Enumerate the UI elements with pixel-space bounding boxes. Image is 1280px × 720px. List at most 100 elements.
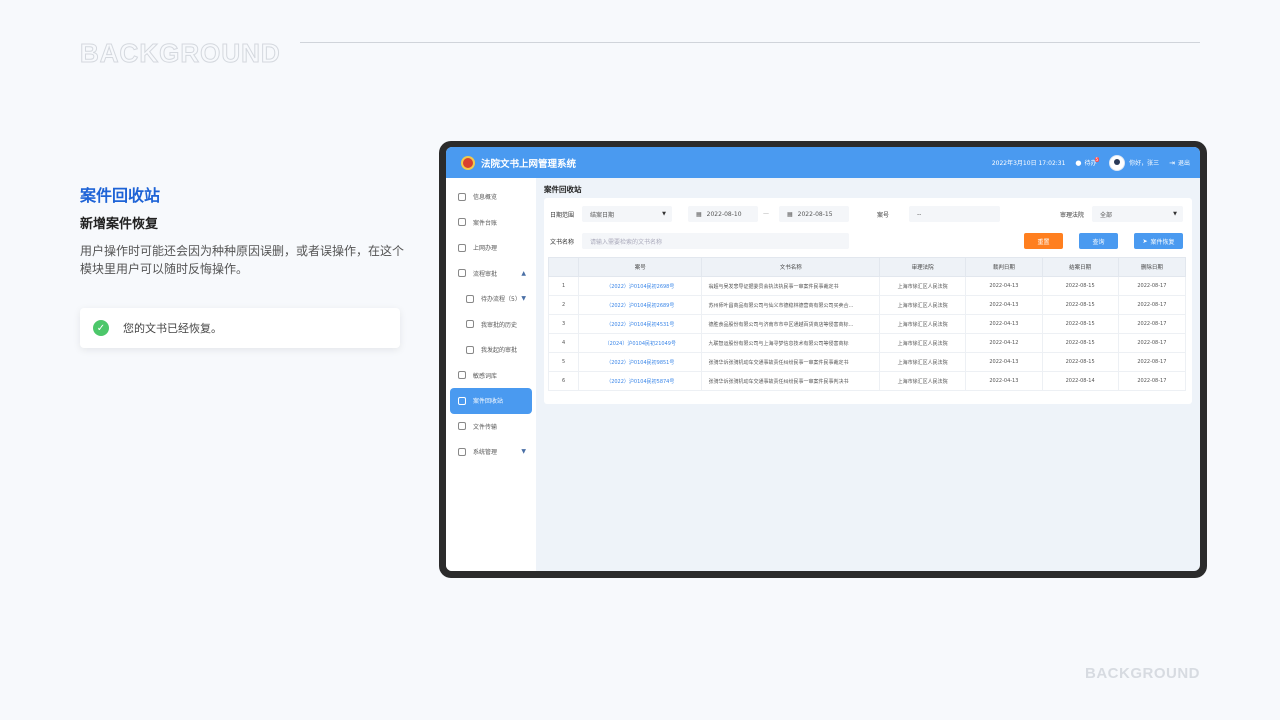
cell-close-date: 2022-08-14 xyxy=(1041,371,1119,391)
online-icon xyxy=(458,243,466,252)
sidebar-item-overview[interactable]: 信息概览 xyxy=(446,184,536,210)
cell-case-link[interactable]: （2022）沪0104民初2689号 xyxy=(578,295,703,315)
ledger-icon xyxy=(458,218,466,227)
restore-button[interactable]: ➤ 案件恢复 xyxy=(1134,233,1183,249)
restore-label: 案件恢复 xyxy=(1150,238,1175,246)
avatar xyxy=(1109,154,1126,171)
sidebar-item-ledger[interactable]: 案件台账 xyxy=(446,210,536,236)
sidebar-item-settings[interactable]: 系统管理 ▼ xyxy=(446,439,536,465)
search-button[interactable]: 查询 xyxy=(1079,233,1118,249)
main-content: 案件回收站 日期范围 结案日期 ▼ ▦ 2022-08-10 — ▦ 2022-… xyxy=(536,178,1200,571)
sidebar-item-initiated[interactable]: 我发起的审批 xyxy=(446,337,536,363)
sidebar-item-label: 信息概览 xyxy=(473,194,498,202)
cell-delete-date: 2022-08-17 xyxy=(1117,371,1187,391)
doc-name-placeholder: 请输入需要检索的文书名称 xyxy=(590,238,663,246)
cell-case-link[interactable]: （2022）沪0104民初2698号 xyxy=(578,276,703,296)
cell-case-link[interactable]: （2022）沪0104民初9851号 xyxy=(578,352,703,372)
cell-case-link[interactable]: （2022）沪0104民初5874号 xyxy=(578,371,703,391)
date-from-input[interactable]: ▦ 2022-08-10 xyxy=(688,206,758,222)
cell-index: 1 xyxy=(547,276,580,296)
chevron-down-icon: ▼ xyxy=(521,295,526,303)
table-row[interactable]: 2 （2022）沪0104民初2689号 苏州师叶昌商品有限公司与仙义市德稳林德… xyxy=(547,295,1187,315)
success-toast: ✓ 您的文书已经恢复。 xyxy=(80,308,400,348)
cell-index: 5 xyxy=(547,352,580,372)
table-row[interactable]: 3 （2022）沪0104民初4531号 德胜食品股份有限公司与济南市市中区通越… xyxy=(547,314,1187,334)
chevron-down-icon: ▼ xyxy=(521,448,526,456)
court-label: 审理法院 xyxy=(1060,212,1085,219)
settings-icon xyxy=(458,447,466,456)
cell-close-date: 2022-08-15 xyxy=(1041,333,1119,353)
user-greeting: 你好，张三 xyxy=(1129,160,1160,167)
sidebar-item-upload[interactable]: 文件传输 xyxy=(446,414,536,440)
date-separator: — xyxy=(763,210,769,217)
date-from-value: 2022-08-10 xyxy=(706,210,742,218)
doc-name-input[interactable]: 请输入需要检索的文书名称 xyxy=(582,233,849,249)
cell-case-link[interactable]: （2024）沪0104民初21049号 xyxy=(578,333,703,353)
cell-close-date: 2022-08-15 xyxy=(1041,295,1119,315)
date-type-value: 结案日期 xyxy=(590,211,615,219)
court-select[interactable]: 全部 ▼ xyxy=(1092,206,1183,222)
table-row[interactable]: 6 （2022）沪0104民初5874号 张骑华诉张骑机动车交通事故责任纠纷民事… xyxy=(547,371,1187,391)
cell-judgment-date: 2022-04-12 xyxy=(965,333,1043,353)
court-emblem-icon xyxy=(461,155,475,170)
cell-delete-date: 2022-08-17 xyxy=(1117,333,1187,353)
toast-message: 您的文书已经恢复。 xyxy=(123,322,222,335)
sidebar: 信息概览 案件台账 上网办理 流程审批 ▲ 待办流程（5） ▼ 我审批的历史 我… xyxy=(446,178,536,571)
sidebar-item-label: 流程审批 xyxy=(473,270,498,278)
app-screen: 法院文书上网管理系统 2022年3月10日 17:02:31 ● 待办 5 你好… xyxy=(446,147,1200,571)
cell-judgment-date: 2022-04-13 xyxy=(965,314,1043,334)
sidebar-item-history[interactable]: 我审批的历史 xyxy=(446,312,536,338)
sidebar-item-label: 待办流程（5） xyxy=(481,296,521,304)
table-header: 删除日期 xyxy=(1117,257,1187,277)
background-title: BACKGROUND xyxy=(80,38,281,69)
history-icon xyxy=(466,320,474,329)
caret-down-icon: ▼ xyxy=(662,211,666,217)
cell-court: 上海市徐汇区人民法院 xyxy=(879,314,967,334)
overview-icon xyxy=(458,192,466,201)
date-to-value: 2022-08-15 xyxy=(797,210,833,218)
reset-button[interactable]: 重置 xyxy=(1024,233,1063,249)
sidebar-item-label: 案件台账 xyxy=(473,219,498,227)
cell-doc-name: 德胜食品股份有限公司与济南市市中区通越百货商店等侵害商标… xyxy=(701,314,881,334)
sidebar-item-approval[interactable]: 流程审批 ▲ xyxy=(446,261,536,287)
cell-delete-date: 2022-08-17 xyxy=(1117,295,1187,315)
sidebar-item-label: 案件回收站 xyxy=(473,398,504,406)
cell-court: 上海市徐汇区人民法院 xyxy=(879,295,967,315)
todo-button[interactable]: ● 待办 5 xyxy=(1075,157,1100,167)
sidebar-item-label: 我审批的历史 xyxy=(481,321,518,329)
user-menu[interactable]: 你好，张三 xyxy=(1109,154,1160,171)
table-header xyxy=(547,257,580,277)
cell-index: 6 xyxy=(547,371,580,391)
sidebar-item-label: 上网办理 xyxy=(473,245,498,253)
table-row[interactable]: 1 （2022）沪0104民初2698号 翁超与吴发悲导证据委员会执法执民事一审… xyxy=(547,276,1187,296)
sidebar-item-sensitive[interactable]: 敏感词库 xyxy=(446,363,536,389)
app-title: 法院文书上网管理系统 xyxy=(481,158,577,170)
table-row[interactable]: 4 （2024）沪0104民初21049号 九联智运股份有限公司与上海寻梦信息技… xyxy=(547,333,1187,353)
date-type-select[interactable]: 结案日期 ▼ xyxy=(582,206,672,222)
sidebar-item-label: 系统管理 xyxy=(473,449,498,457)
cell-doc-name: 九联智运股份有限公司与上海寻梦信息技术有限公司等侵害商标 xyxy=(701,333,881,353)
cell-index: 4 xyxy=(547,333,580,353)
cell-case-link[interactable]: （2022）沪0104民初4531号 xyxy=(578,314,703,334)
sidebar-item-recycle[interactable]: 案件回收站 xyxy=(450,388,532,414)
background-footer-title: BACKGROUND xyxy=(1085,665,1200,682)
cell-court: 上海市徐汇区人民法院 xyxy=(879,276,967,296)
cell-court: 上海市徐汇区人民法院 xyxy=(879,371,967,391)
recycle-table: 案号 文书名称 审理法院 裁判日期 结案日期 删除日期 1 （2022）沪010… xyxy=(547,257,1187,391)
sidebar-item-online[interactable]: 上网办理 xyxy=(446,235,536,261)
logout-button[interactable]: ⇥ 退出 xyxy=(1169,158,1190,168)
table-row[interactable]: 5 （2022）沪0104民初9851号 张骑华诉张骑机动车交通事故责任纠纷民事… xyxy=(547,352,1187,372)
calendar-icon: ▦ xyxy=(696,210,702,218)
cell-index: 3 xyxy=(547,314,580,334)
page-title: 案件回收站 xyxy=(544,185,582,194)
cell-close-date: 2022-08-15 xyxy=(1041,352,1119,372)
todo-badge: 5 xyxy=(1094,157,1100,162)
sidebar-item-label: 文件传输 xyxy=(473,423,498,431)
cell-court: 上海市徐汇区人民法院 xyxy=(879,352,967,372)
recycle-card: 日期范围 结案日期 ▼ ▦ 2022-08-10 — ▦ 2022-08-15 … xyxy=(544,198,1192,404)
sensitive-icon xyxy=(458,371,466,380)
table-header: 裁判日期 xyxy=(965,257,1043,277)
case-no-input[interactable]: -- xyxy=(909,206,1000,222)
sidebar-item-todo[interactable]: 待办流程（5） ▼ xyxy=(446,286,536,312)
date-to-input[interactable]: ▦ 2022-08-15 xyxy=(779,206,849,222)
